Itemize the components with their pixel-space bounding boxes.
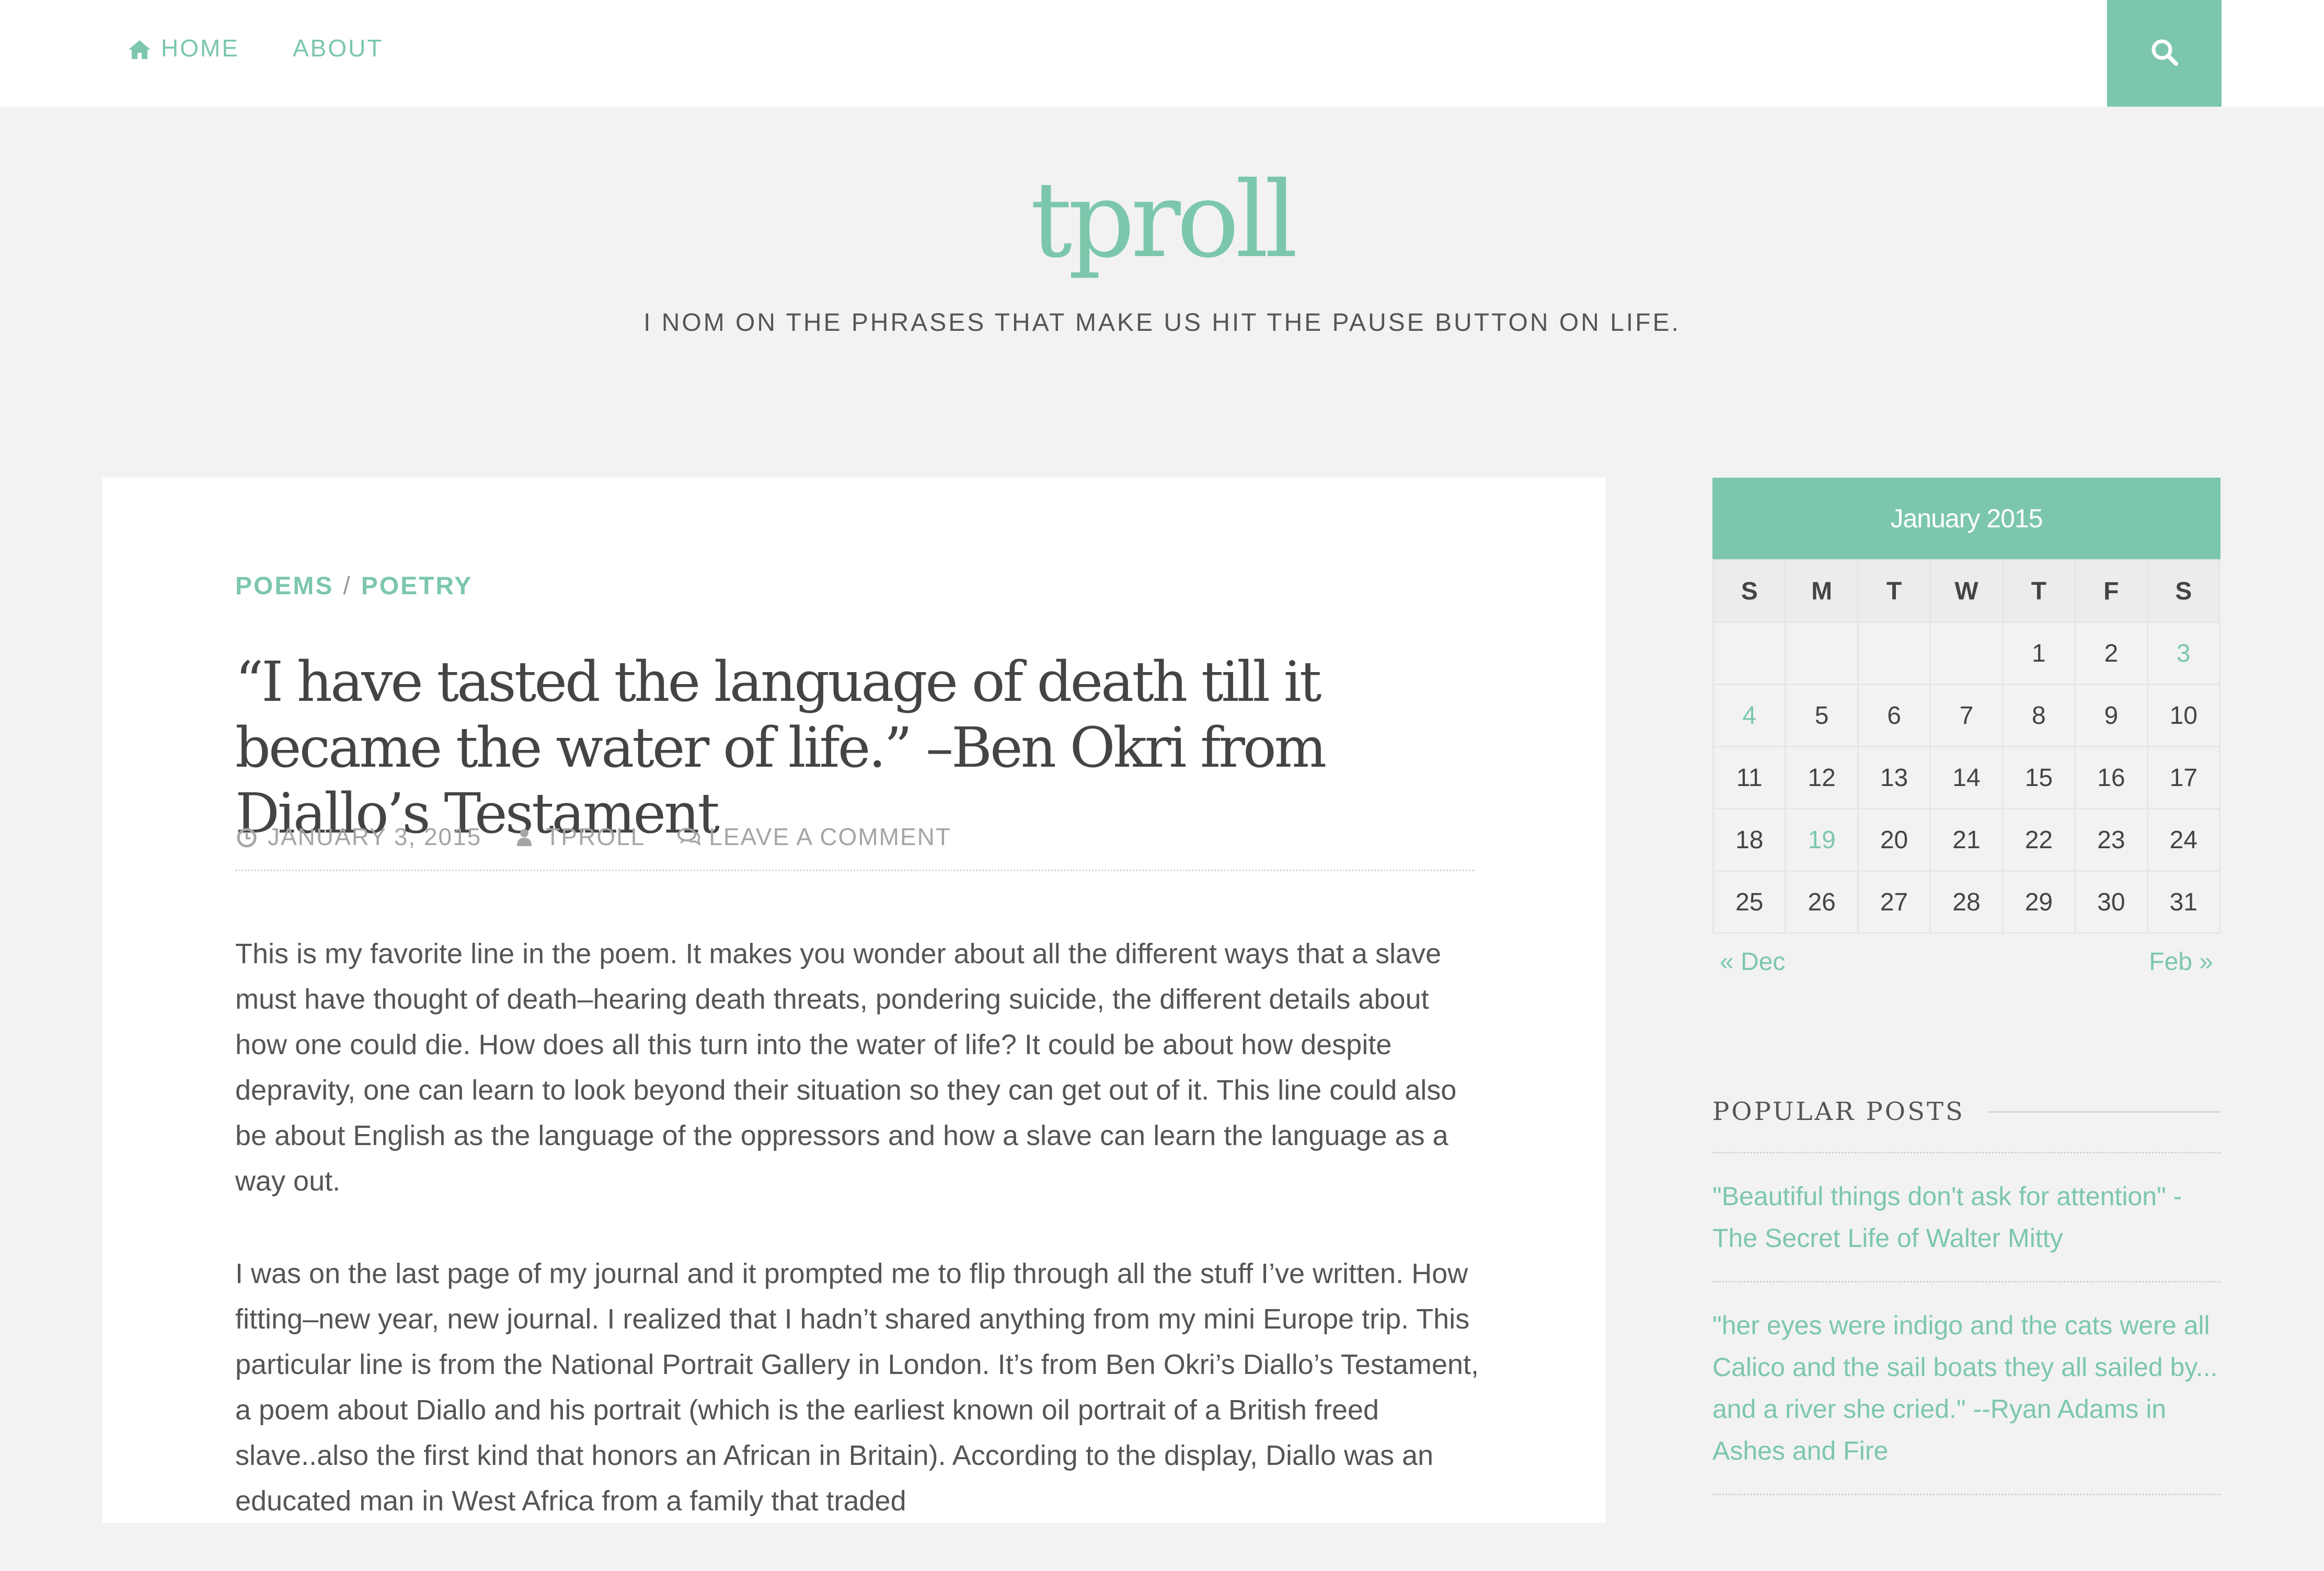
- weekday-header: M: [1785, 559, 1859, 623]
- post-paragraph: This is my favorite line in the poem. It…: [235, 938, 1457, 1197]
- category-link-poems[interactable]: POEMS: [235, 572, 333, 600]
- home-icon: [128, 38, 152, 59]
- popular-post-link[interactable]: "Beautiful things don't ask for attentio…: [1712, 1153, 2221, 1283]
- calendar-day: 2: [2074, 621, 2148, 685]
- calendar-prev-link[interactable]: « Dec: [1720, 948, 1785, 976]
- calendar-week-row: 123: [1712, 621, 2221, 685]
- calendar-day: 6: [1857, 684, 1931, 747]
- weekday-header: S: [1712, 559, 1787, 623]
- weekday-header: T: [1857, 559, 1931, 623]
- widget-header: POPULAR POSTS: [1712, 1092, 2221, 1131]
- calendar-body: 1 2 3 4 5 6 7 8 9 10 11 12 13 14 15 16 17 18 19 20 21 22 23 24 2…: [1712, 621, 2221, 934]
- weekday-header: T: [2001, 559, 2076, 623]
- calendar-day: 20: [1857, 808, 1931, 872]
- post-date-link[interactable]: JANUARY 3, 2015: [235, 823, 481, 851]
- weekday-header: F: [2074, 559, 2148, 623]
- calendar-day: 9: [2074, 684, 2148, 747]
- calendar-day: 30: [2074, 870, 2148, 934]
- post-paragraph: I was on the last page of my journal and…: [235, 1258, 1479, 1517]
- calendar-day: 21: [1929, 808, 2004, 872]
- calendar-day: 18: [1712, 808, 1787, 872]
- popular-post-link[interactable]: "her eyes were indigo and the cats were …: [1712, 1283, 2221, 1495]
- popular-posts-widget: POPULAR POSTS "Beautiful things don't as…: [1712, 1092, 2221, 1495]
- post-author: TPROLL: [545, 823, 646, 850]
- calendar-week-row: 11 12 13 14 15 16 17: [1712, 746, 2221, 810]
- calendar-caption: January 2015: [1712, 478, 2221, 559]
- widget-title: POPULAR POSTS: [1712, 1097, 1965, 1126]
- nav-about-label: ABOUT: [293, 34, 384, 62]
- post-card: POEMS / POETRY “I have tasted the language…: [102, 478, 1606, 1523]
- calendar-day: 24: [2146, 808, 2221, 872]
- calendar-empty-cell: [1857, 621, 1931, 685]
- calendar-navigation: « Dec Feb »: [1712, 948, 2221, 976]
- calendar-day: 23: [2074, 808, 2148, 872]
- post-title[interactable]: “I have tasted the language of death til…: [235, 649, 1490, 847]
- category-separator: /: [343, 572, 352, 600]
- user-icon: [513, 825, 536, 848]
- calendar-empty-cell: [1929, 621, 2004, 685]
- calendar-day: 1: [2001, 621, 2076, 685]
- clock-icon: [235, 825, 258, 848]
- popular-posts-list: "Beautiful things don't ask for attentio…: [1712, 1152, 2221, 1495]
- calendar-week-row: 25 26 27 28 29 30 31: [1712, 870, 2221, 934]
- nav-about-link[interactable]: ABOUT: [293, 34, 383, 62]
- search-icon: [2150, 38, 2179, 70]
- calendar-day: 27: [1857, 870, 1931, 934]
- calendar-day: 25: [1712, 870, 1787, 934]
- calendar-empty-cell: [1785, 621, 1859, 685]
- widget-title-divider: [1987, 1111, 2221, 1113]
- calendar-week-row: 18 19 20 21 22 23 24: [1712, 808, 2221, 872]
- calendar-day: 28: [1929, 870, 2004, 934]
- calendar-table: S M T W T F S 1 2 3 4 5 6 7 8 9 10 11 12 13 14 15 16 17 1…: [1712, 559, 2221, 934]
- post-date: JANUARY 3, 2015: [268, 823, 482, 850]
- calendar-day-link[interactable]: 4: [1712, 684, 1787, 747]
- calendar-day: 26: [1785, 870, 1859, 934]
- post-content: This is my favorite line in the poem. It…: [235, 931, 1485, 1571]
- calendar-weekday-row: S M T W T F S: [1712, 559, 2221, 623]
- post-author-link[interactable]: TPROLL: [513, 823, 645, 851]
- comments-icon: [676, 825, 701, 848]
- category-link-poetry[interactable]: POETRY: [361, 572, 473, 600]
- nav-home-label: HOME: [161, 34, 239, 62]
- calendar-day: 8: [2001, 684, 2076, 747]
- calendar-day: 10: [2146, 684, 2221, 747]
- calendar-widget: January 2015 S M T W T F S 1 2 3 4 5 6 7 8 9 10 11…: [1712, 478, 2221, 976]
- nav-home-link[interactable]: HOME: [128, 34, 239, 62]
- search-button[interactable]: [2107, 0, 2222, 107]
- post-comments-link[interactable]: LEAVE A COMMENT: [676, 823, 951, 851]
- calendar-day-link[interactable]: 3: [2146, 621, 2221, 685]
- calendar-day: 31: [2146, 870, 2221, 934]
- calendar-next-link[interactable]: Feb »: [2149, 948, 2213, 976]
- calendar-day: 29: [2001, 870, 2076, 934]
- weekday-header: W: [1929, 559, 2004, 623]
- calendar-day: 11: [1712, 746, 1787, 810]
- calendar-day: 15: [2001, 746, 2076, 810]
- weekday-header: S: [2146, 559, 2221, 623]
- calendar-day: 14: [1929, 746, 2004, 810]
- calendar-day: 7: [1929, 684, 2004, 747]
- post-categories: POEMS / POETRY: [235, 572, 473, 600]
- calendar-day: 12: [1785, 746, 1859, 810]
- calendar-day: 16: [2074, 746, 2148, 810]
- calendar-week-row: 4 5 6 7 8 9 10: [1712, 684, 2221, 747]
- calendar-day: 17: [2146, 746, 2221, 810]
- calendar-day-link[interactable]: 19: [1785, 808, 1859, 872]
- post-meta: JANUARY 3, 2015 TPROLL LEAVE A COMMENT: [235, 823, 1474, 871]
- calendar-day: 13: [1857, 746, 1931, 810]
- post-comments: LEAVE A COMMENT: [709, 823, 951, 850]
- site-title[interactable]: tproll: [0, 168, 2324, 273]
- main-menu: HOME ABOUT: [128, 0, 436, 96]
- calendar-day: 22: [2001, 808, 2076, 872]
- site-tagline: I NOM ON THE PHRASES THAT MAKE US HIT TH…: [643, 309, 1681, 337]
- calendar-day: 5: [1785, 684, 1859, 747]
- top-navigation-bar: HOME ABOUT: [0, 0, 2324, 107]
- calendar-empty-cell: [1712, 621, 1787, 685]
